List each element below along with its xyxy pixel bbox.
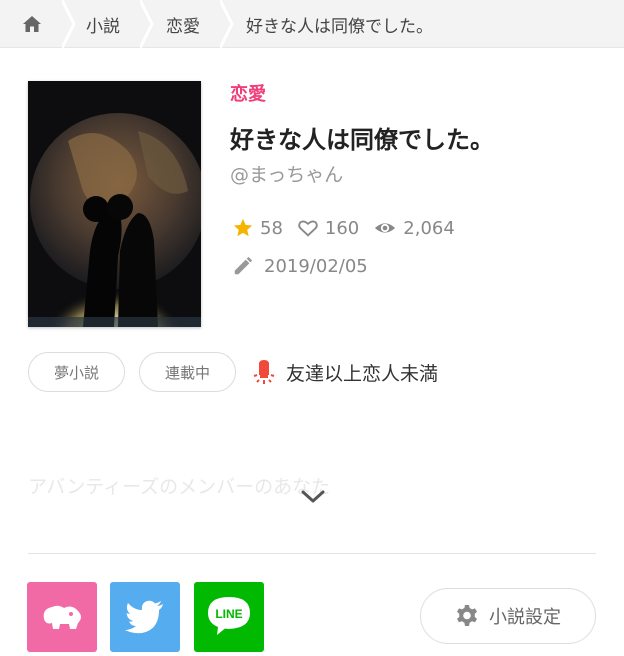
share-line-button[interactable]: LINE: [194, 582, 264, 652]
like-count-value: 160: [324, 217, 360, 239]
pencil-icon: [234, 256, 253, 275]
share-app-button[interactable]: [27, 582, 97, 652]
elephant-icon: [43, 605, 81, 629]
chevron-down-icon[interactable]: [300, 488, 326, 506]
like-count: 160: [297, 217, 359, 239]
genre-label[interactable]: 恋愛: [230, 80, 266, 106]
breadcrumb-separator: [220, 0, 234, 48]
synopsis-text: アバンティーズのメンバーのあなた: [28, 476, 331, 498]
share-twitter-button[interactable]: [110, 582, 180, 652]
breadcrumb-separator: [62, 0, 76, 48]
heart-icon: [298, 220, 318, 237]
novel-stats: 58 160 2,064: [232, 214, 469, 242]
gear-icon: [457, 605, 477, 626]
novel-settings-button[interactable]: 小説設定: [420, 588, 596, 644]
breadcrumb-item-current: 好きな人は同僚でした。: [246, 16, 433, 37]
star-icon: [233, 218, 253, 237]
breadcrumb-separator: [140, 0, 154, 48]
home-icon: [23, 16, 41, 32]
update-date-value: 2019/02/05: [264, 255, 368, 277]
breadcrumb: 小説 恋愛 好きな人は同僚でした。: [0, 0, 624, 48]
eye-icon: [375, 223, 396, 233]
keyword-label: 友達以上恋人未満: [286, 362, 439, 385]
settings-label: 小説設定: [489, 607, 561, 628]
tag-ongoing[interactable]: 連載中: [139, 352, 236, 392]
tag-dream-novel[interactable]: 夢小説: [28, 352, 125, 392]
view-count: 2,064: [373, 217, 455, 239]
star-count-value: 58: [260, 217, 283, 239]
view-count-value: 2,064: [403, 217, 455, 239]
twitter-icon: [125, 600, 163, 634]
novel-title: 好きな人は同僚でした。: [230, 126, 494, 154]
breadcrumb-item-novel[interactable]: 小説: [86, 0, 120, 48]
divider: [28, 553, 596, 554]
breadcrumb-item-genre[interactable]: 恋愛: [166, 0, 200, 48]
line-label: LINE: [215, 607, 242, 621]
line-icon: LINE: [208, 597, 250, 635]
novel-cover-image[interactable]: [28, 81, 201, 327]
breadcrumb-home[interactable]: [0, 0, 64, 48]
star-count: 58: [232, 217, 283, 239]
lightbulb-icon: [253, 360, 275, 384]
author-link[interactable]: @まっちゃん: [230, 160, 343, 187]
update-date: 2019/02/05: [232, 252, 368, 280]
keyword-link[interactable]: 友達以上恋人未満: [252, 356, 438, 388]
